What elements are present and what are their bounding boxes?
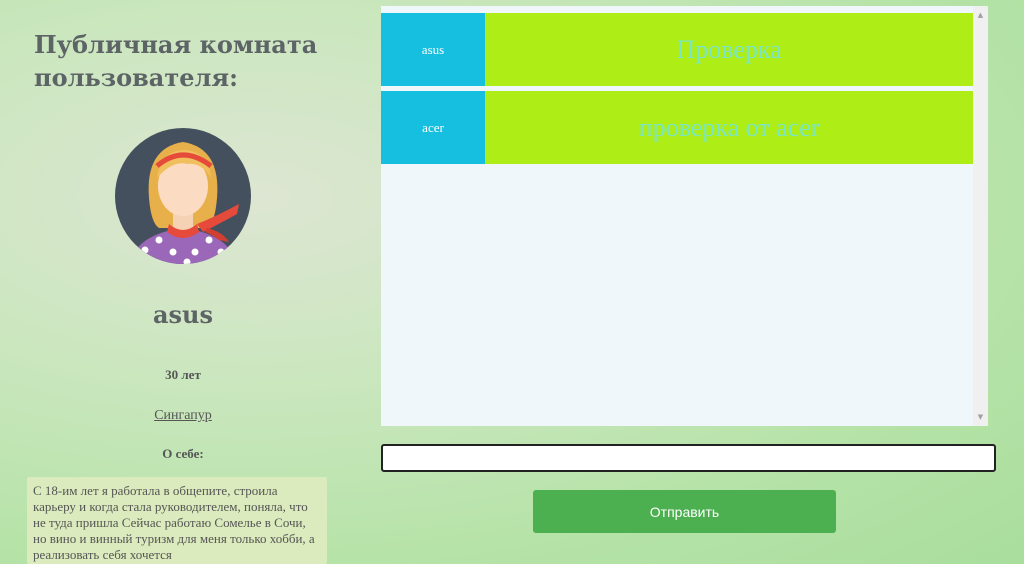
- user-age: 30 лет: [165, 367, 201, 382]
- about-text: С 18-им лет я работала в общепите, строи…: [27, 477, 327, 564]
- about-label: О себе:: [162, 446, 204, 461]
- avatar-image: [115, 128, 251, 264]
- chat-messages: asus Проверка acer проверка от acer: [381, 6, 973, 426]
- scroll-down-icon[interactable]: ▼: [973, 410, 988, 424]
- scroll-up-icon[interactable]: ▲: [973, 8, 988, 22]
- send-button[interactable]: Отправить: [533, 490, 836, 533]
- page-title: Публичная комната пользователя:: [34, 30, 318, 92]
- message-author: asus: [381, 13, 485, 86]
- chat-scrollbar[interactable]: ▲ ▼: [973, 6, 988, 426]
- chat-panel[interactable]: asus Проверка acer проверка от acer ▲ ▼: [381, 6, 988, 426]
- message-text: Проверка: [485, 13, 973, 86]
- message-input[interactable]: [381, 444, 996, 472]
- avatar: [115, 128, 251, 264]
- chat-message: acer проверка от acer: [381, 91, 973, 164]
- message-author: acer: [381, 91, 485, 164]
- message-text: проверка от acer: [485, 91, 973, 164]
- chat-message: asus Проверка: [381, 13, 973, 86]
- user-city-link[interactable]: Сингапур: [0, 408, 366, 424]
- username: asus: [152, 300, 214, 329]
